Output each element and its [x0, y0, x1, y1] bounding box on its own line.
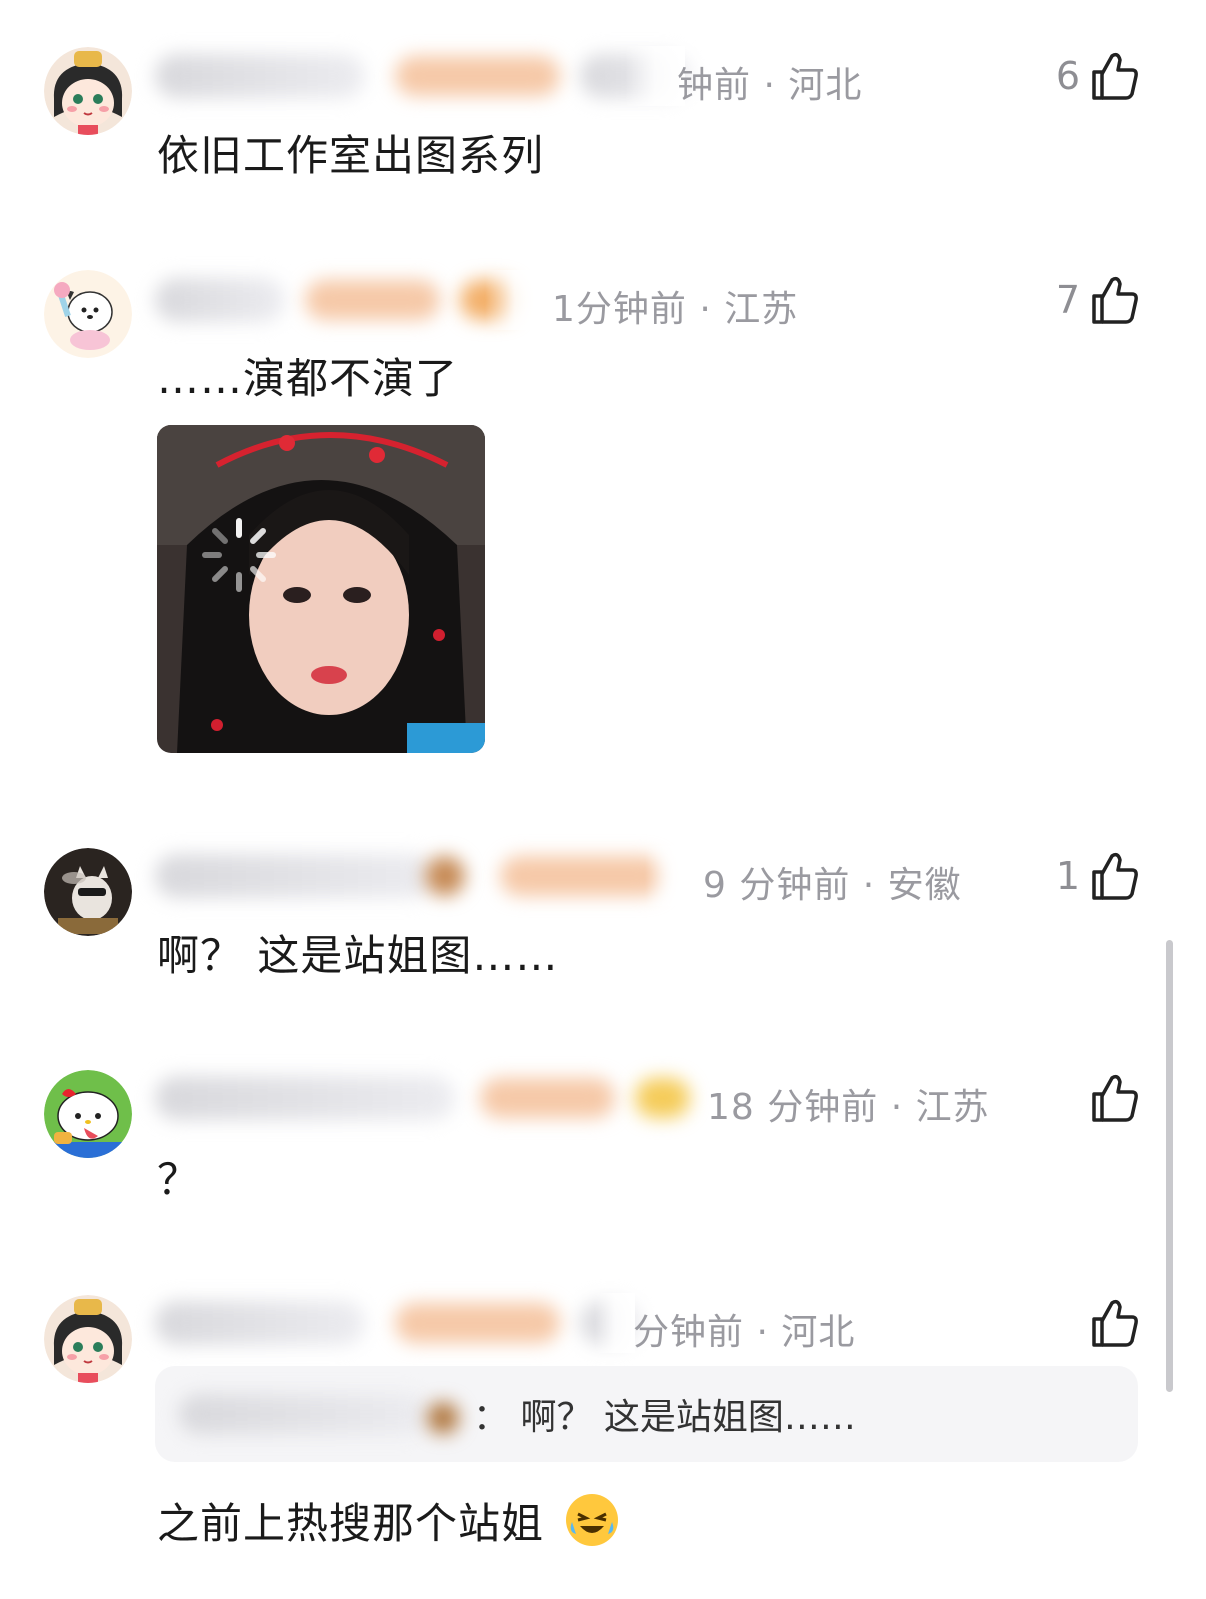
comment-text-content: 之前上热搜那个站姐 — [157, 1499, 545, 1548]
like-count: 7 — [1055, 278, 1080, 322]
avatar[interactable] — [44, 47, 132, 135]
comment-time-location: 18 分钟前 · 江苏 — [707, 1087, 990, 1128]
thumbs-up-icon — [1092, 52, 1138, 100]
like-button[interactable]: 1 — [1056, 846, 1140, 906]
comment-text: 啊？ 这是站姐图…… — [157, 931, 559, 980]
like-count: 1 — [1055, 854, 1080, 898]
like-button[interactable] — [1080, 1068, 1140, 1128]
avatar[interactable] — [44, 848, 132, 936]
comment-text: ……演都不演了 — [157, 354, 459, 403]
comment-image[interactable] — [157, 425, 485, 753]
quoted-reply-text: ： 啊？ 这是站姐图…… — [473, 1397, 856, 1438]
thumbs-up-icon — [1092, 1074, 1138, 1122]
avatar[interactable] — [44, 1295, 132, 1383]
like-count: 6 — [1055, 54, 1080, 98]
like-button[interactable]: 7 — [1056, 270, 1140, 330]
avatar[interactable] — [44, 1070, 132, 1158]
thumbs-up-icon — [1092, 276, 1138, 324]
comment-text: 之前上热搜那个站姐 — [157, 1490, 620, 1551]
comment-time-location: 9 分钟前 · 安徽 — [703, 865, 962, 906]
comment-time-location: 1分钟前 · 江苏 — [552, 289, 799, 330]
comment-time-location: 分钟前 · 河北 — [633, 1312, 856, 1353]
crying-laughing-emoji-icon — [566, 1494, 619, 1546]
comment-text: 依旧工作室出图系列 — [157, 131, 545, 180]
comment-text: ？ — [157, 1155, 201, 1204]
like-button[interactable]: 6 — [1056, 46, 1140, 106]
thumbs-up-icon — [1092, 1299, 1138, 1347]
like-button[interactable] — [1080, 1293, 1140, 1353]
scrollbar[interactable] — [1166, 940, 1173, 1392]
quoted-reply[interactable]: ： 啊？ 这是站姐图…… — [155, 1366, 1138, 1462]
avatar[interactable] — [44, 270, 132, 358]
comment-time-location: 钟前 · 河北 — [677, 65, 863, 106]
thumbs-up-icon — [1092, 852, 1138, 900]
